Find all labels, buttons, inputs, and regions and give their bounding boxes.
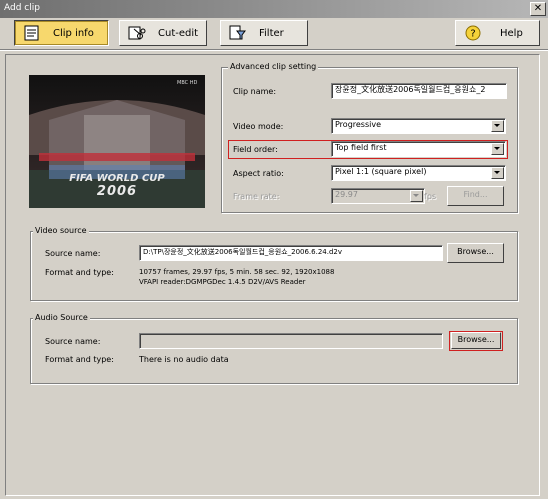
window-title: Add clip <box>4 3 40 13</box>
preview-banner-title: FIFA WORLD CUP <box>69 173 165 184</box>
filter-label: Filter <box>259 27 284 39</box>
filter-button[interactable]: Filter <box>220 20 308 46</box>
close-button[interactable]: ✕ <box>530 2 546 16</box>
aspect-ratio-label: Aspect ratio: <box>233 169 284 178</box>
chevron-down-icon[interactable] <box>491 143 504 155</box>
filter-icon <box>229 25 247 41</box>
chevron-down-icon[interactable] <box>491 120 504 132</box>
video-source-legend: Video source <box>33 226 89 235</box>
svg-text:?: ? <box>470 29 475 40</box>
video-preview: MBC HD FIFA WORLD CUP 2006 <box>29 75 205 208</box>
help-button[interactable]: ? Help <box>455 20 540 46</box>
aspect-ratio-dropdown[interactable]: Pixel 1:1 (square pixel) <box>331 165 506 181</box>
aspect-ratio-value: Pixel 1:1 (square pixel) <box>335 167 427 176</box>
clip-info-label: Clip info <box>53 27 94 39</box>
advanced-legend: Advanced clip setting <box>228 62 319 71</box>
audio-source-group: Audio Source <box>30 313 518 384</box>
help-label: Help <box>500 27 523 39</box>
frame-rate-value: 29.97 <box>335 190 358 199</box>
video-source-name-label: Source name: <box>45 249 101 258</box>
chevron-down-icon[interactable] <box>491 167 504 179</box>
audio-format-label: Format and type: <box>45 355 114 364</box>
video-mode-label: Video mode: <box>233 122 284 131</box>
video-source-group: Video source <box>30 226 518 301</box>
clip-name-label: Clip name: <box>233 87 277 96</box>
chevron-down-icon <box>410 190 423 202</box>
audio-source-legend: Audio Source <box>33 313 90 322</box>
audio-source-name-input <box>139 333 443 349</box>
title-bar <box>0 0 548 18</box>
cut-edit-label: Cut-edit <box>158 27 199 39</box>
field-order-dropdown[interactable]: Top field first <box>331 141 506 157</box>
cut-edit-button[interactable]: Cut-edit <box>119 20 207 46</box>
video-format-label: Format and type: <box>45 268 114 277</box>
video-source-name-input[interactable]: D:\TP\장윤정_文化放送2006독일월드컵_응원쇼_2006.6.24.d2… <box>139 245 443 261</box>
document-icon <box>23 25 41 41</box>
field-order-value: Top field first <box>335 143 387 152</box>
fps-label: fps <box>424 192 437 201</box>
video-mode-dropdown[interactable]: Progressive <box>331 118 506 134</box>
field-order-label: Field order: <box>233 145 278 154</box>
video-mode-value: Progressive <box>335 120 382 129</box>
frame-rate-label: Frame rate: <box>233 192 280 201</box>
video-browse-button[interactable]: Browse... <box>447 243 504 263</box>
audio-source-name-label: Source name: <box>45 337 101 346</box>
clip-name-input[interactable]: 장윤정_文化放送2006독일월드컵_응원쇼_2 <box>331 83 507 99</box>
find-button: Find... <box>447 186 504 206</box>
frame-rate-dropdown: 29.97 <box>331 188 425 204</box>
scissors-icon <box>128 25 146 41</box>
help-icon: ? <box>464 25 482 41</box>
clip-info-button[interactable]: Clip info <box>14 20 109 46</box>
preview-banner-year: 2006 <box>96 184 138 199</box>
audio-format-value: There is no audio data <box>139 355 229 364</box>
audio-browse-button[interactable]: Browse... <box>451 332 501 349</box>
channel-logo: MBC HD <box>177 80 198 86</box>
toolbar-separator <box>0 49 548 51</box>
video-format-line1: 10757 frames, 29.97 fps, 5 min. 58 sec. … <box>139 268 335 276</box>
video-format-line2: VFAPI reader:DGMPGDec 1.4.5 D2V/AVS Read… <box>139 278 306 286</box>
